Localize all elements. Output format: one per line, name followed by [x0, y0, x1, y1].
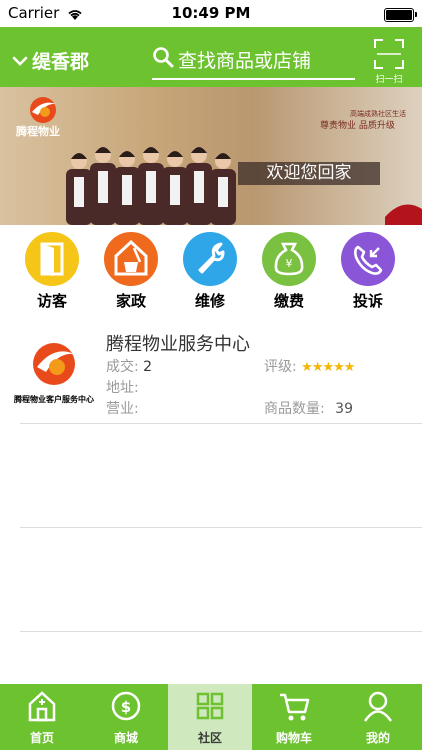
- chevron-down-icon: [12, 50, 28, 72]
- scan-label: 扫一扫: [375, 75, 403, 85]
- banner-tagline: 尊贵物业 品质升级: [320, 121, 395, 131]
- grid-icon: [196, 692, 224, 720]
- battery-icon: [384, 8, 417, 22]
- tab-mall[interactable]: $ 商城: [84, 684, 168, 750]
- scan-button[interactable]: 扫一扫: [373, 38, 405, 85]
- status-bar: Carrier 10:49 PM: [0, 0, 422, 27]
- location-label: 缇香郡: [32, 51, 90, 73]
- tab-label: 商城: [113, 731, 138, 745]
- home-icon: [28, 691, 56, 722]
- service-label: 家政: [115, 292, 146, 310]
- coin-icon: $: [111, 691, 141, 721]
- clock: 10:49 PM: [171, 4, 251, 22]
- svg-text:$: $: [121, 698, 131, 716]
- service-visitor[interactable]: 访客: [17, 232, 87, 311]
- money-bag-icon: ¥: [262, 232, 316, 286]
- deals-row: 成交: 2: [106, 356, 152, 376]
- shop-name: 腾程物业服务中心: [106, 334, 250, 355]
- service-repair[interactable]: 维修: [175, 232, 245, 311]
- products-value: 39: [335, 401, 353, 417]
- search-placeholder: 查找商品或店铺: [178, 49, 312, 72]
- header-bar: 缇香郡 查找商品或店铺 扫一扫: [0, 27, 422, 87]
- user-icon: [363, 691, 393, 722]
- cleaning-icon: [104, 232, 158, 286]
- tab-label: 购物车: [275, 731, 312, 745]
- promo-banner[interactable]: 腾程物业 高端成熟社区生活 尊贵物业 品质升级 欢迎您回家: [0, 87, 422, 225]
- search-input[interactable]: 查找商品或店铺: [152, 40, 355, 80]
- cart-icon: [280, 693, 310, 721]
- products-row: 商品数量: 39: [264, 398, 353, 418]
- service-label: 缴费: [273, 292, 304, 310]
- wrench-icon: [183, 232, 237, 286]
- rating-label: 评级:: [264, 359, 297, 375]
- service-label: 访客: [36, 292, 67, 310]
- tab-label: 社区: [197, 731, 222, 745]
- rating-row: 评级: ★★★★★: [264, 356, 355, 376]
- divider: [20, 527, 422, 528]
- divider: [20, 631, 422, 632]
- rating-stars: ★★★★★: [301, 360, 355, 375]
- svg-text:¥: ¥: [286, 257, 293, 270]
- service-housekeeping[interactable]: 家政: [96, 232, 166, 311]
- service-label: 维修: [194, 292, 225, 310]
- tab-cart[interactable]: 购物车: [252, 684, 336, 750]
- welcome-banner-text: 欢迎您回家: [238, 162, 380, 185]
- shop-logo: [30, 340, 78, 392]
- tab-home[interactable]: 首页: [0, 684, 84, 750]
- staff-photo: [60, 129, 240, 225]
- hours-label: 营业:: [106, 401, 139, 417]
- deals-label: 成交:: [106, 359, 139, 375]
- service-complaint[interactable]: 投诉: [333, 232, 403, 311]
- divider: [20, 423, 422, 424]
- shop-logo-caption: 腾程物业客户服务中心: [14, 395, 94, 404]
- products-label: 商品数量:: [264, 401, 325, 417]
- tab-label: 我的: [365, 731, 390, 745]
- shop-list-item[interactable]: 腾程物业客户服务中心 腾程物业服务中心 成交: 2 评级: ★★★★★ 地址: …: [0, 318, 422, 424]
- location-selector[interactable]: 缇香郡: [12, 47, 89, 74]
- phone-incoming-icon: [341, 232, 395, 286]
- brand-name: 腾程物业: [16, 125, 60, 138]
- door-icon: [25, 232, 79, 286]
- search-icon: [152, 46, 174, 72]
- address-label: 地址:: [106, 380, 139, 396]
- tab-label: 首页: [29, 731, 54, 745]
- tab-profile[interactable]: 我的: [336, 684, 420, 750]
- service-payment[interactable]: ¥ 缴费: [254, 232, 324, 311]
- service-label: 投诉: [352, 292, 383, 310]
- ribbon-decoration: [385, 187, 422, 225]
- service-shortcuts: 访客 家政 维修 ¥ 缴费 投诉: [0, 232, 422, 310]
- tab-community[interactable]: 社区: [168, 684, 252, 750]
- bottom-tab-bar: 首页 $ 商城 社区 购物车 我的: [0, 684, 422, 750]
- deals-value: 2: [143, 359, 153, 375]
